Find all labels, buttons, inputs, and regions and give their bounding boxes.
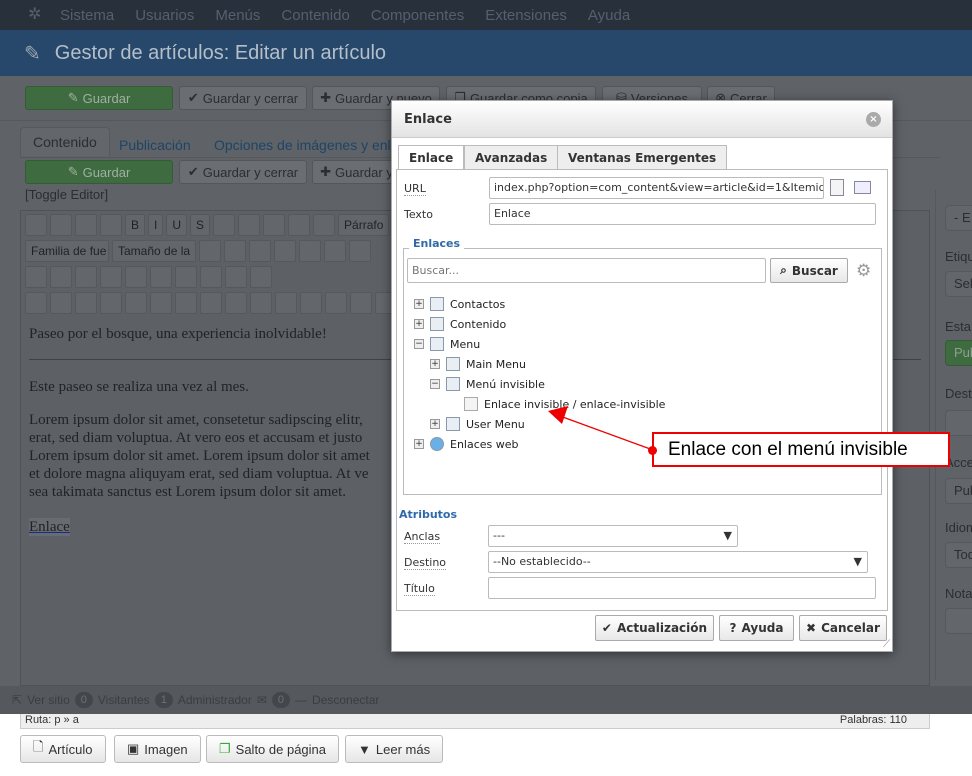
- annotation-callout: Enlace con el menú invisible: [652, 432, 950, 467]
- annotation-arrow: [548, 406, 654, 451]
- arrow-line: [559, 415, 654, 451]
- arrow-head: [548, 406, 568, 424]
- annotation-dot: [648, 446, 657, 455]
